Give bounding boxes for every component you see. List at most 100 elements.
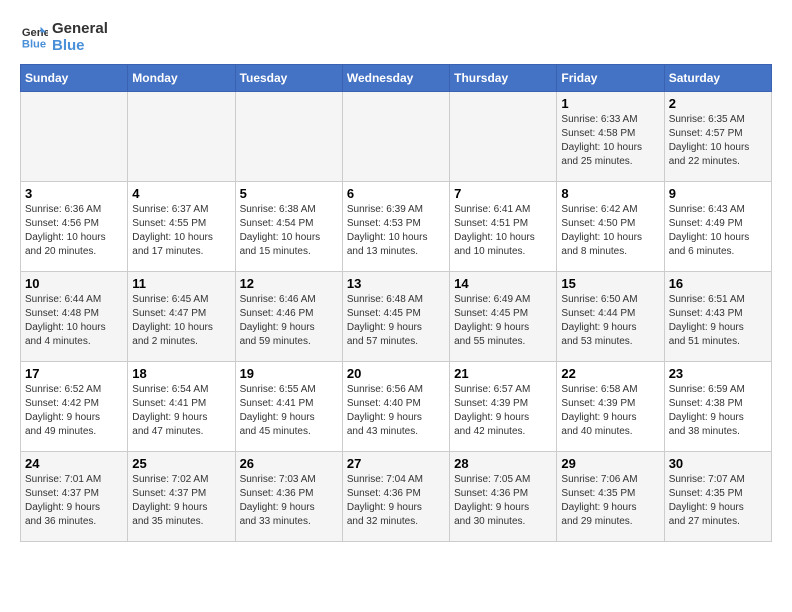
day-number: 24: [25, 456, 123, 471]
day-number: 30: [669, 456, 767, 471]
day-cell: 1Sunrise: 6:33 AM Sunset: 4:58 PM Daylig…: [557, 92, 664, 182]
day-info: Sunrise: 7:06 AM Sunset: 4:35 PM Dayligh…: [561, 473, 659, 529]
day-number: 19: [240, 366, 338, 381]
day-cell: 9Sunrise: 6:43 AM Sunset: 4:49 PM Daylig…: [664, 182, 771, 272]
day-info: Sunrise: 7:05 AM Sunset: 4:36 PM Dayligh…: [454, 473, 552, 529]
day-number: 2: [669, 96, 767, 111]
day-info: Sunrise: 6:45 AM Sunset: 4:47 PM Dayligh…: [132, 293, 230, 349]
col-header-saturday: Saturday: [664, 65, 771, 92]
day-number: 3: [25, 186, 123, 201]
day-cell: [235, 92, 342, 182]
day-number: 6: [347, 186, 445, 201]
col-header-monday: Monday: [128, 65, 235, 92]
day-info: Sunrise: 6:38 AM Sunset: 4:54 PM Dayligh…: [240, 203, 338, 259]
day-cell: 21 Sunrise: 6:57 AM Sunset: 4:39 PM Dayli…: [450, 362, 557, 452]
day-info: Sunrise: 6:50 AM Sunset: 4:44 PM Dayligh…: [561, 293, 659, 349]
day-cell: 8 Sunrise: 6:42 AM Sunset: 4:50 PM Daylig…: [557, 182, 664, 272]
day-info: Sunrise: 7:03 AM Sunset: 4:36 PM Dayligh…: [240, 473, 338, 529]
day-cell: 20 Sunrise: 6:56 AM Sunset: 4:40 PM Dayli…: [342, 362, 449, 452]
day-cell: 10 Sunrise: 6:44 AM Sunset: 4:48 PM Dayli…: [21, 272, 128, 362]
day-cell: [342, 92, 449, 182]
day-info: Sunrise: 7:07 AM Sunset: 4:35 PM Dayligh…: [669, 473, 767, 529]
day-cell: [450, 92, 557, 182]
day-cell: 25 Sunrise: 7:02 AM Sunset: 4:37 PM Dayli…: [128, 452, 235, 542]
day-cell: 18 Sunrise: 6:54 AM Sunset: 4:41 PM Dayli…: [128, 362, 235, 452]
day-cell: 24Sunrise: 7:01 AM Sunset: 4:37 PM Dayli…: [21, 452, 128, 542]
logo-text-line1: General: [52, 20, 108, 37]
day-info: Sunrise: 6:46 AM Sunset: 4:46 PM Dayligh…: [240, 293, 338, 349]
col-header-thursday: Thursday: [450, 65, 557, 92]
day-info: Sunrise: 6:37 AM Sunset: 4:55 PM Dayligh…: [132, 203, 230, 259]
day-info: Sunrise: 6:58 AM Sunset: 4:39 PM Dayligh…: [561, 383, 659, 439]
col-header-sunday: Sunday: [21, 65, 128, 92]
day-number: 4: [132, 186, 230, 201]
day-info: Sunrise: 6:41 AM Sunset: 4:51 PM Dayligh…: [454, 203, 552, 259]
day-number: 20: [347, 366, 445, 381]
day-number: 1: [561, 96, 659, 111]
week-row-3: 10 Sunrise: 6:44 AM Sunset: 4:48 PM Dayli…: [21, 272, 772, 362]
day-cell: 3 Sunrise: 6:36 AM Sunset: 4:56 PM Daylig…: [21, 182, 128, 272]
day-cell: 6Sunrise: 6:39 AM Sunset: 4:53 PM Daylig…: [342, 182, 449, 272]
col-header-wednesday: Wednesday: [342, 65, 449, 92]
day-cell: 2 Sunrise: 6:35 AM Sunset: 4:57 PM Daylig…: [664, 92, 771, 182]
day-number: 22: [561, 366, 659, 381]
day-number: 13: [347, 276, 445, 291]
day-number: 10: [25, 276, 123, 291]
day-cell: 5 Sunrise: 6:38 AM Sunset: 4:54 PM Daylig…: [235, 182, 342, 272]
day-info: Sunrise: 6:56 AM Sunset: 4:40 PM Dayligh…: [347, 383, 445, 439]
header: General Blue General Blue: [20, 20, 772, 54]
week-row-2: 3 Sunrise: 6:36 AM Sunset: 4:56 PM Daylig…: [21, 182, 772, 272]
day-info: Sunrise: 6:42 AM Sunset: 4:50 PM Dayligh…: [561, 203, 659, 259]
header-row: SundayMondayTuesdayWednesdayThursdayFrid…: [21, 65, 772, 92]
col-header-friday: Friday: [557, 65, 664, 92]
day-info: Sunrise: 7:04 AM Sunset: 4:36 PM Dayligh…: [347, 473, 445, 529]
day-info: Sunrise: 6:44 AM Sunset: 4:48 PM Dayligh…: [25, 293, 123, 349]
day-info: Sunrise: 6:54 AM Sunset: 4:41 PM Dayligh…: [132, 383, 230, 439]
day-info: Sunrise: 6:36 AM Sunset: 4:56 PM Dayligh…: [25, 203, 123, 259]
day-cell: 29 Sunrise: 7:06 AM Sunset: 4:35 PM Dayli…: [557, 452, 664, 542]
day-cell: 22 Sunrise: 6:58 AM Sunset: 4:39 PM Dayli…: [557, 362, 664, 452]
logo: General Blue General Blue: [20, 20, 108, 54]
day-cell: 11 Sunrise: 6:45 AM Sunset: 4:47 PM Dayli…: [128, 272, 235, 362]
day-cell: 28 Sunrise: 7:05 AM Sunset: 4:36 PM Dayli…: [450, 452, 557, 542]
day-number: 14: [454, 276, 552, 291]
day-number: 5: [240, 186, 338, 201]
day-number: 21: [454, 366, 552, 381]
day-info: Sunrise: 6:48 AM Sunset: 4:45 PM Dayligh…: [347, 293, 445, 349]
logo-text-line2: Blue: [52, 37, 108, 54]
day-number: 8: [561, 186, 659, 201]
day-cell: 4 Sunrise: 6:37 AM Sunset: 4:55 PM Daylig…: [128, 182, 235, 272]
day-number: 18: [132, 366, 230, 381]
day-info: Sunrise: 6:55 AM Sunset: 4:41 PM Dayligh…: [240, 383, 338, 439]
week-row-5: 24Sunrise: 7:01 AM Sunset: 4:37 PM Dayli…: [21, 452, 772, 542]
day-number: 25: [132, 456, 230, 471]
day-info: Sunrise: 6:43 AM Sunset: 4:49 PM Dayligh…: [669, 203, 767, 259]
day-number: 11: [132, 276, 230, 291]
day-cell: 15 Sunrise: 6:50 AM Sunset: 4:44 PM Dayli…: [557, 272, 664, 362]
logo-icon: General Blue: [20, 23, 48, 51]
day-cell: 19 Sunrise: 6:55 AM Sunset: 4:41 PM Dayli…: [235, 362, 342, 452]
day-cell: 26Sunrise: 7:03 AM Sunset: 4:36 PM Dayli…: [235, 452, 342, 542]
day-cell: 23 Sunrise: 6:59 AM Sunset: 4:38 PM Dayli…: [664, 362, 771, 452]
calendar-table: SundayMondayTuesdayWednesdayThursdayFrid…: [20, 64, 772, 542]
day-number: 7: [454, 186, 552, 201]
day-info: Sunrise: 6:35 AM Sunset: 4:57 PM Dayligh…: [669, 113, 767, 169]
day-cell: [128, 92, 235, 182]
day-cell: 27Sunrise: 7:04 AM Sunset: 4:36 PM Dayli…: [342, 452, 449, 542]
day-info: Sunrise: 6:59 AM Sunset: 4:38 PM Dayligh…: [669, 383, 767, 439]
day-cell: 12 Sunrise: 6:46 AM Sunset: 4:46 PM Dayli…: [235, 272, 342, 362]
day-info: Sunrise: 6:52 AM Sunset: 4:42 PM Dayligh…: [25, 383, 123, 439]
day-number: 29: [561, 456, 659, 471]
day-cell: 14Sunrise: 6:49 AM Sunset: 4:45 PM Dayli…: [450, 272, 557, 362]
day-number: 23: [669, 366, 767, 381]
col-header-tuesday: Tuesday: [235, 65, 342, 92]
day-number: 15: [561, 276, 659, 291]
day-number: 12: [240, 276, 338, 291]
day-info: Sunrise: 7:02 AM Sunset: 4:37 PM Dayligh…: [132, 473, 230, 529]
day-number: 28: [454, 456, 552, 471]
day-number: 16: [669, 276, 767, 291]
day-info: Sunrise: 6:51 AM Sunset: 4:43 PM Dayligh…: [669, 293, 767, 349]
week-row-1: 1Sunrise: 6:33 AM Sunset: 4:58 PM Daylig…: [21, 92, 772, 182]
day-info: Sunrise: 6:57 AM Sunset: 4:39 PM Dayligh…: [454, 383, 552, 439]
svg-text:General: General: [22, 27, 48, 39]
